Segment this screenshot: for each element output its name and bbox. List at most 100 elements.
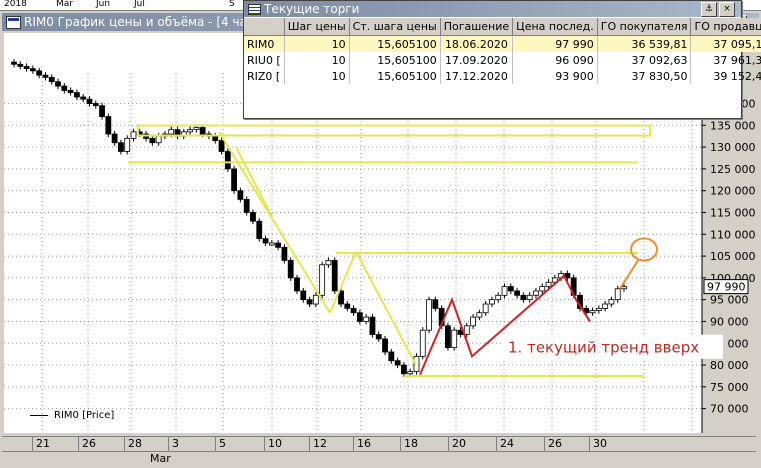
table-cell: 37 961,31 (690, 52, 761, 68)
column-header[interactable]: Цена послед. (512, 18, 598, 36)
top-date-label: S (229, 0, 235, 9)
y-tick-label: 130 000 (710, 141, 755, 154)
candle-body (382, 338, 388, 353)
table-cell: 10 (284, 52, 350, 68)
x-axis-tick (309, 437, 310, 451)
candle-body (118, 142, 124, 152)
y-tick-label: 90 000 (710, 315, 749, 328)
candle-body (105, 116, 112, 135)
y-tick-label: 70 000 (710, 403, 749, 416)
candle-body (482, 303, 489, 314)
current-trades-window[interactable]: Текущие торги ⚓ × Шаг цены Ст. шага цены… (243, 0, 761, 119)
candle-body (17, 63, 24, 67)
candle-body (312, 294, 319, 305)
candle-body (67, 90, 74, 94)
candle-body (193, 127, 200, 131)
table-cell: 39 152,43 (690, 68, 761, 84)
candle-body (281, 246, 288, 261)
table-cell: 36 539,81 (597, 35, 692, 52)
table-cell: 96 090 (512, 52, 598, 68)
candle-body (73, 92, 80, 98)
x-axis-tick (215, 437, 216, 451)
candle-body (325, 260, 332, 266)
candle-body (451, 329, 458, 349)
column-header[interactable]: ГО покупателя (597, 18, 692, 36)
table-cell: 17.09.2020 (440, 52, 514, 68)
y-tick-label: 135 000 (710, 119, 755, 132)
candle-body (614, 288, 621, 301)
candle-body (294, 277, 300, 292)
table-row[interactable]: RIZ0 [ 10 15,605100 17.12.2020 93 900 37… (244, 68, 761, 84)
candle-body (507, 286, 514, 292)
column-header[interactable]: Шаг цены (284, 18, 350, 36)
last-price-label: 97 990 (707, 281, 746, 294)
x-axis-day-label: 26 (82, 437, 96, 450)
trades-table: Шаг цены Ст. шага цены Погашение Цена по… (244, 18, 761, 84)
x-axis-day-label: 20 (452, 437, 466, 450)
table-cell: 37 095,14 (690, 35, 761, 52)
y-tick-label: 80 000 (710, 359, 749, 372)
y-tick-label: 110 000 (710, 228, 755, 241)
candle-body (470, 316, 476, 327)
table-cell: RIM0 (244, 35, 285, 52)
trades-title: Текущие торги (264, 2, 360, 16)
x-axis-tick (168, 437, 169, 451)
table-row[interactable]: RIU0 [ 10 15,605100 17.09.2020 96 090 37… (244, 52, 761, 68)
y-tick-label: 125 000 (710, 163, 755, 176)
table-header-row: Шаг цены Ст. шага цены Погашение Цена по… (244, 18, 761, 36)
candle-body (92, 103, 99, 107)
column-header[interactable]: Погашение (440, 18, 514, 36)
column-header[interactable]: Ст. шага цены (349, 18, 441, 36)
candle-body (514, 290, 520, 296)
candle-body (495, 294, 502, 301)
candle-body (187, 129, 193, 133)
candle-body (432, 299, 439, 309)
candle-body (319, 264, 326, 296)
candle-body (608, 299, 615, 305)
x-axis-tick (400, 437, 401, 451)
x-axis-day-label: 21 (36, 437, 50, 450)
table-cell: RIZ0 [ (244, 68, 285, 84)
chart-legend: RIM0 [Price] (30, 410, 114, 421)
candle-body (419, 329, 426, 357)
candle-body (350, 307, 357, 314)
candle-body (237, 190, 244, 200)
candle-body (526, 294, 533, 301)
x-axis-day-row: 21 26 28 3 5 10 12 16 18 20 24 26 30 (2, 436, 756, 452)
x-axis-day-label: 18 (404, 437, 418, 450)
x-axis-day-label: 30 (593, 437, 607, 450)
y-tick-label: 115 000 (710, 206, 755, 219)
candle-body (533, 290, 539, 296)
x-axis-day-label: 26 (548, 437, 562, 450)
x-axis-tick (78, 437, 79, 451)
y-tick-label: 95 000 (710, 294, 749, 307)
pin-icon[interactable]: ⚓ (701, 2, 717, 17)
trades-title-bar[interactable]: Текущие торги ⚓ × (244, 1, 741, 17)
table-cell: 97 990 (512, 35, 598, 52)
table-row[interactable]: RIM0 10 15,605100 18.06.2020 97 990 36 5… (244, 35, 761, 52)
x-axis-month-label: Mar (150, 452, 171, 465)
candle-body (501, 286, 508, 296)
candle-body (231, 168, 238, 192)
candle-body (218, 140, 225, 152)
candle-body (55, 81, 61, 87)
candle-body (23, 66, 30, 70)
top-date-label: 2018 (4, 0, 27, 9)
candle-body (287, 260, 294, 279)
candle-body (589, 310, 596, 314)
x-axis-tick (544, 437, 545, 451)
candle-body (130, 131, 137, 139)
candle-body (306, 299, 313, 305)
table-cell: 37 092,63 (597, 52, 692, 68)
column-header[interactable]: ГО продавца (690, 18, 761, 36)
candle-body (199, 127, 206, 135)
chart-title: RIM0 График цены и объёма - [4 часа (24, 15, 261, 29)
x-axis-day-label: 16 (357, 437, 371, 450)
candle-body (369, 316, 376, 335)
close-icon[interactable]: × (719, 2, 735, 17)
column-header[interactable] (244, 18, 285, 36)
top-date-label: Mar (56, 0, 73, 9)
table-cell: 10 (284, 35, 350, 52)
candle-body (99, 105, 105, 117)
x-axis-tick (448, 437, 449, 451)
